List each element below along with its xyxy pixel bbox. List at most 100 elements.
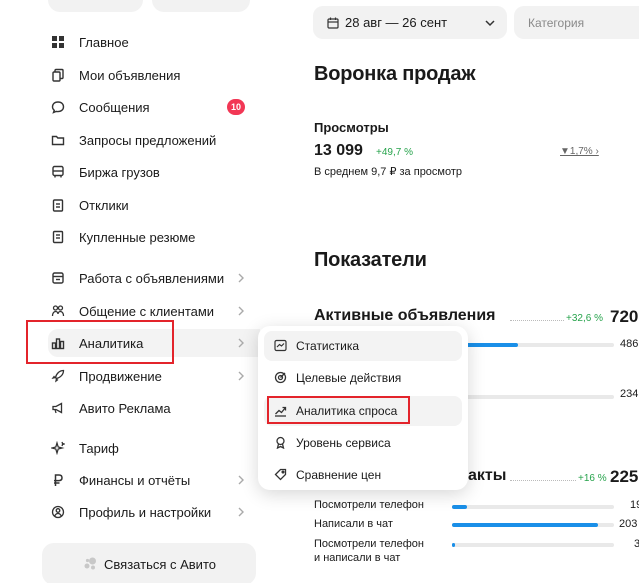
menu-item-service-level[interactable]: Уровень сервиса [264,428,462,458]
annotation-highlight-analytics [26,320,174,364]
contact-avito-label: Связаться с Авито [104,556,216,572]
chat-bar-fill [452,523,598,527]
contacts-change: +16 % [578,473,607,484]
menu-item-label: Статистика [296,339,360,353]
sidebar-item-responses[interactable]: Отклики [48,191,260,219]
folder-icon [48,130,68,150]
sidebar-item-label: Отклики [79,197,129,213]
sidebar-item-main[interactable]: Главное [48,28,260,56]
row-value-phone: 19 [630,499,639,511]
row-value-chat: 203 [619,518,638,530]
sidebar-item-requests[interactable]: Запросы предложений [48,126,260,154]
sparkle-icon [48,438,68,458]
sidebar-item-avito-ads[interactable]: Авито Реклама [48,394,260,422]
phone-bar [452,505,614,509]
sidebar-item-label: Сообщения [79,99,150,115]
sidebar-item-label: Общение с клиентами [79,303,215,319]
phone-bar-fill [452,505,467,509]
active-row2-value: 234 [620,388,639,400]
views-subtitle: В среднем 9,7 ₽ за просмотр [314,166,463,178]
phone-chat-bar [452,543,614,547]
category-select[interactable]: Категория [514,6,639,39]
sidebar-item-profile[interactable]: Профиль и настройки [48,498,260,526]
row-value-phone-chat: 3 [634,538,639,550]
chevron-right-icon [238,507,244,517]
chevron-right-icon [238,371,244,381]
sidebar-item-promotion[interactable]: Продвижение [48,362,260,390]
dotted-leader [510,320,564,321]
sidebar-item-messages[interactable]: Сообщения 10 [48,93,260,121]
chevron-right-icon [238,475,244,485]
people-icon [48,301,68,321]
row-label-phone-chat-2: и написали в чат [314,552,401,564]
category-placeholder: Категория [528,15,585,30]
chevron-right-icon [238,306,244,316]
conversion-link[interactable]: ▼1,7% › [560,146,599,157]
annotation-highlight-demand-analytics [267,396,410,424]
chat-icon [48,97,68,117]
unread-badge: 10 [227,99,245,115]
menu-item-statistics[interactable]: Статистика [264,331,462,361]
rocket-icon [48,366,68,386]
sidebar-item-label: Главное [79,34,129,50]
funnel-title: Воронка продаж [314,63,476,85]
menu-item-label: Уровень сервиса [296,436,391,450]
menu-item-label: Сравнение цен [296,468,382,482]
sidebar-item-resumes[interactable]: Купленные резюме [48,223,260,251]
truck-icon [48,162,68,182]
medal-icon [274,436,288,450]
copy-icon [48,65,68,85]
date-range-label: 28 авг — 26 сент [345,15,448,30]
views-label: Просмотры [314,120,389,135]
contacts-value: 225 [610,467,639,486]
row-label-chat: Написали в чат [314,518,393,530]
sidebar-item-label: Авито Реклама [79,400,171,416]
sidebar-item-my-listings[interactable]: Мои объявления [48,61,260,89]
contact-avito-button[interactable]: Связаться с Авито [42,543,256,583]
clipboard-icon [48,195,68,215]
date-range-picker[interactable]: 28 авг — 26 сент [313,6,507,39]
indicators-title: Показатели [314,249,427,271]
avito-logo-icon [84,557,97,570]
sidebar-item-label: Запросы предложений [79,132,217,148]
sidebar: Главное Мои объявления Сообщения 10 Запр… [0,0,260,583]
views-value: 13 099 [314,142,363,159]
contacts-label: акты [468,467,507,484]
sidebar-item-label: Мои объявления [79,67,181,83]
menu-item-label: Целевые действия [296,371,402,385]
menu-item-price-compare[interactable]: Сравнение цен [264,460,462,490]
active-listings-change: +32,6 % [566,313,603,324]
active-row1-value: 486 [620,338,639,350]
sidebar-item-label: Работа с объявлениями [79,270,225,286]
chat-bar [452,523,614,527]
sidebar-item-label: Профиль и настройки [79,504,212,520]
target-icon [274,371,288,385]
megaphone-icon [48,398,68,418]
sidebar-item-label: Продвижение [79,368,162,384]
row-label-phone-chat: Посмотрели телефон [314,538,424,550]
sidebar-item-listing-work[interactable]: Работа с объявлениями [48,264,260,292]
sidebar-item-finance[interactable]: Финансы и отчёты [48,466,260,494]
sidebar-item-label: Купленные резюме [79,229,196,245]
ruble-icon [48,470,68,490]
row-label-phone: Посмотрели телефон [314,499,424,511]
chevron-down-icon [485,20,495,27]
views-change: +49,7 % [376,147,413,158]
sidebar-item-label: Финансы и отчёты [79,472,191,488]
phone-chat-bar-fill [452,543,456,547]
listing-icon [48,268,68,288]
document-icon [48,227,68,247]
grid-icon [48,32,68,52]
dotted-leader [510,480,576,481]
tag-icon [274,468,288,482]
calendar-icon [327,17,339,29]
chevron-right-icon [238,338,244,348]
profile-icon [48,502,68,522]
stats-icon [274,339,288,353]
sidebar-item-tariff[interactable]: Тариф [48,434,260,462]
chevron-right-icon [238,273,244,283]
sidebar-item-label: Тариф [79,440,119,456]
sidebar-item-label: Биржа грузов [79,164,160,180]
menu-item-target-actions[interactable]: Целевые действия [264,363,462,393]
sidebar-item-cargo[interactable]: Биржа грузов [48,158,260,186]
